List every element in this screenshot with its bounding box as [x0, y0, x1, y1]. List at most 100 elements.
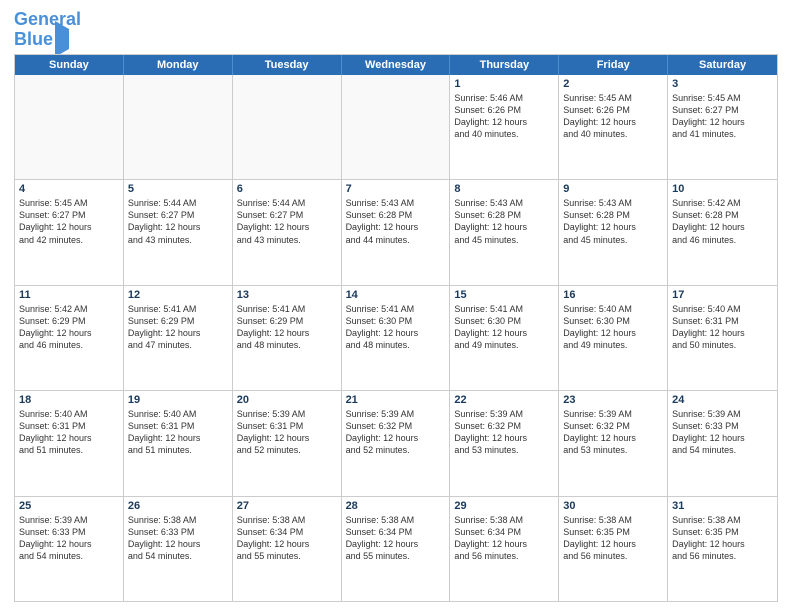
day-number: 3 — [672, 78, 773, 90]
cell-text: Sunrise: 5:40 AM Sunset: 6:31 PM Dayligh… — [672, 303, 773, 352]
day-number: 5 — [128, 183, 228, 195]
cell-text: Sunrise: 5:40 AM Sunset: 6:31 PM Dayligh… — [128, 408, 228, 457]
day-number: 11 — [19, 289, 119, 301]
day-number: 7 — [346, 183, 446, 195]
cal-cell: 2 Sunrise: 5:45 AM Sunset: 6:26 PM Daylig… — [559, 75, 668, 179]
cell-text: Sunrise: 5:44 AM Sunset: 6:27 PM Dayligh… — [237, 197, 337, 246]
cal-cell: 16 Sunrise: 5:40 AM Sunset: 6:30 PM Dayli… — [559, 286, 668, 390]
cal-cell: 1 Sunrise: 5:46 AM Sunset: 6:26 PM Daylig… — [450, 75, 559, 179]
cell-text: Sunrise: 5:44 AM Sunset: 6:27 PM Dayligh… — [128, 197, 228, 246]
cell-text: Sunrise: 5:45 AM Sunset: 6:26 PM Dayligh… — [563, 92, 663, 141]
cal-cell: 14 Sunrise: 5:41 AM Sunset: 6:30 PM Dayli… — [342, 286, 451, 390]
cal-cell: 25 Sunrise: 5:39 AM Sunset: 6:33 PM Dayli… — [15, 497, 124, 601]
cell-text: Sunrise: 5:43 AM Sunset: 6:28 PM Dayligh… — [454, 197, 554, 246]
logo-text: General Blue — [14, 10, 81, 50]
cal-cell: 15 Sunrise: 5:41 AM Sunset: 6:30 PM Dayli… — [450, 286, 559, 390]
cell-text: Sunrise: 5:43 AM Sunset: 6:28 PM Dayligh… — [346, 197, 446, 246]
cal-cell: 10Sunrise: 5:42 AM Sunset: 6:28 PM Dayli… — [668, 180, 777, 284]
logo: General Blue — [14, 10, 81, 50]
logo-general: General — [14, 9, 81, 29]
cell-text: Sunrise: 5:46 AM Sunset: 6:26 PM Dayligh… — [454, 92, 554, 141]
cal-cell: 13Sunrise: 5:41 AM Sunset: 6:29 PM Dayli… — [233, 286, 342, 390]
cal-cell: 30 Sunrise: 5:38 AM Sunset: 6:35 PM Dayli… — [559, 497, 668, 601]
cal-cell: 9Sunrise: 5:43 AM Sunset: 6:28 PM Daylig… — [559, 180, 668, 284]
cal-cell: 8Sunrise: 5:43 AM Sunset: 6:28 PM Daylig… — [450, 180, 559, 284]
day-number: 27 — [237, 500, 337, 512]
cell-text: Sunrise: 5:39 AM Sunset: 6:33 PM Dayligh… — [19, 514, 119, 563]
day-number: 28 — [346, 500, 446, 512]
cal-cell — [233, 75, 342, 179]
calendar-header-row: SundayMondayTuesdayWednesdayThursdayFrid… — [15, 55, 777, 75]
day-number: 2 — [563, 78, 663, 90]
day-number: 15 — [454, 289, 554, 301]
cal-cell: 5 Sunrise: 5:44 AM Sunset: 6:27 PM Daylig… — [124, 180, 233, 284]
calendar-body: 1 Sunrise: 5:46 AM Sunset: 6:26 PM Daylig… — [15, 75, 777, 601]
cal-header-tuesday: Tuesday — [233, 55, 342, 75]
cell-text: Sunrise: 5:38 AM Sunset: 6:33 PM Dayligh… — [128, 514, 228, 563]
cal-header-monday: Monday — [124, 55, 233, 75]
day-number: 25 — [19, 500, 119, 512]
cal-cell: 21Sunrise: 5:39 AM Sunset: 6:32 PM Dayli… — [342, 391, 451, 495]
cell-text: Sunrise: 5:41 AM Sunset: 6:30 PM Dayligh… — [454, 303, 554, 352]
logo-blue: Blue — [14, 29, 53, 49]
cal-cell: 17 Sunrise: 5:40 AM Sunset: 6:31 PM Dayli… — [668, 286, 777, 390]
cal-cell — [124, 75, 233, 179]
cal-cell: 26 Sunrise: 5:38 AM Sunset: 6:33 PM Dayli… — [124, 497, 233, 601]
cal-cell: 23 Sunrise: 5:39 AM Sunset: 6:32 PM Dayli… — [559, 391, 668, 495]
cell-text: Sunrise: 5:42 AM Sunset: 6:29 PM Dayligh… — [19, 303, 119, 352]
logo-triangle-icon — [55, 21, 69, 57]
cell-text: Sunrise: 5:38 AM Sunset: 6:35 PM Dayligh… — [563, 514, 663, 563]
cal-header-sunday: Sunday — [15, 55, 124, 75]
cal-cell: 27 Sunrise: 5:38 AM Sunset: 6:34 PM Dayli… — [233, 497, 342, 601]
day-number: 20 — [237, 394, 337, 406]
cell-text: Sunrise: 5:38 AM Sunset: 6:34 PM Dayligh… — [237, 514, 337, 563]
day-number: 22 — [454, 394, 554, 406]
cell-text: Sunrise: 5:39 AM Sunset: 6:32 PM Dayligh… — [346, 408, 446, 457]
day-number: 16 — [563, 289, 663, 301]
day-number: 31 — [672, 500, 773, 512]
day-number: 30 — [563, 500, 663, 512]
cal-cell: 29Sunrise: 5:38 AM Sunset: 6:34 PM Dayli… — [450, 497, 559, 601]
cal-week-4: 18 Sunrise: 5:40 AM Sunset: 6:31 PM Dayli… — [15, 391, 777, 496]
cell-text: Sunrise: 5:40 AM Sunset: 6:30 PM Dayligh… — [563, 303, 663, 352]
cell-text: Sunrise: 5:38 AM Sunset: 6:34 PM Dayligh… — [454, 514, 554, 563]
day-number: 13 — [237, 289, 337, 301]
day-number: 12 — [128, 289, 228, 301]
cal-week-3: 11 Sunrise: 5:42 AM Sunset: 6:29 PM Dayli… — [15, 286, 777, 391]
cal-header-saturday: Saturday — [668, 55, 777, 75]
day-number: 23 — [563, 394, 663, 406]
cal-cell: 7 Sunrise: 5:43 AM Sunset: 6:28 PM Daylig… — [342, 180, 451, 284]
calendar: SundayMondayTuesdayWednesdayThursdayFrid… — [14, 54, 778, 602]
day-number: 17 — [672, 289, 773, 301]
cal-week-1: 1 Sunrise: 5:46 AM Sunset: 6:26 PM Daylig… — [15, 75, 777, 180]
cell-text: Sunrise: 5:41 AM Sunset: 6:29 PM Dayligh… — [128, 303, 228, 352]
cal-cell: 31 Sunrise: 5:38 AM Sunset: 6:35 PM Dayli… — [668, 497, 777, 601]
page: General Blue SundayMondayTuesdayWednesda… — [0, 0, 792, 612]
cell-text: Sunrise: 5:39 AM Sunset: 6:32 PM Dayligh… — [454, 408, 554, 457]
cell-text: Sunrise: 5:38 AM Sunset: 6:35 PM Dayligh… — [672, 514, 773, 563]
cell-text: Sunrise: 5:41 AM Sunset: 6:30 PM Dayligh… — [346, 303, 446, 352]
cal-header-thursday: Thursday — [450, 55, 559, 75]
cal-cell: 24Sunrise: 5:39 AM Sunset: 6:33 PM Dayli… — [668, 391, 777, 495]
cell-text: Sunrise: 5:39 AM Sunset: 6:33 PM Dayligh… — [672, 408, 773, 457]
cal-cell: 12 Sunrise: 5:41 AM Sunset: 6:29 PM Dayli… — [124, 286, 233, 390]
cal-cell: 3 Sunrise: 5:45 AM Sunset: 6:27 PM Daylig… — [668, 75, 777, 179]
day-number: 14 — [346, 289, 446, 301]
day-number: 18 — [19, 394, 119, 406]
cal-cell: 4Sunrise: 5:45 AM Sunset: 6:27 PM Daylig… — [15, 180, 124, 284]
cal-week-5: 25 Sunrise: 5:39 AM Sunset: 6:33 PM Dayli… — [15, 497, 777, 601]
cal-header-friday: Friday — [559, 55, 668, 75]
cell-text: Sunrise: 5:40 AM Sunset: 6:31 PM Dayligh… — [19, 408, 119, 457]
cell-text: Sunrise: 5:39 AM Sunset: 6:32 PM Dayligh… — [563, 408, 663, 457]
day-number: 9 — [563, 183, 663, 195]
cal-cell: 28Sunrise: 5:38 AM Sunset: 6:34 PM Dayli… — [342, 497, 451, 601]
cal-cell — [15, 75, 124, 179]
cell-text: Sunrise: 5:45 AM Sunset: 6:27 PM Dayligh… — [672, 92, 773, 141]
day-number: 1 — [454, 78, 554, 90]
cal-cell: 22 Sunrise: 5:39 AM Sunset: 6:32 PM Dayli… — [450, 391, 559, 495]
cal-cell — [342, 75, 451, 179]
day-number: 4 — [19, 183, 119, 195]
cal-cell: 11 Sunrise: 5:42 AM Sunset: 6:29 PM Dayli… — [15, 286, 124, 390]
day-number: 19 — [128, 394, 228, 406]
day-number: 26 — [128, 500, 228, 512]
